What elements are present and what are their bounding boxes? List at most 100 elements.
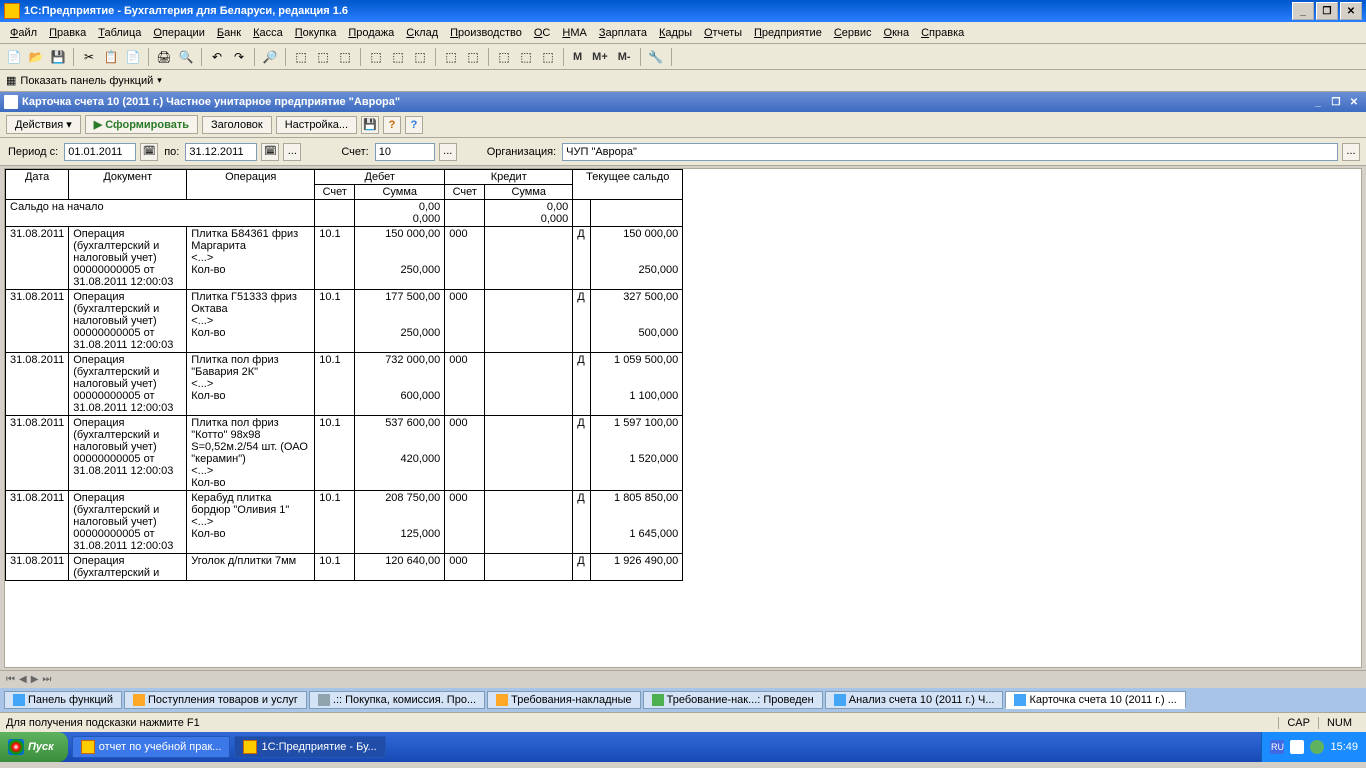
menu-предприятие[interactable]: Предприятие	[748, 25, 828, 41]
period-dots-button[interactable]: ...	[283, 143, 301, 161]
table-row[interactable]: 31.08.2011Операция (бухгалтерский и нало…	[6, 491, 683, 554]
save-icon[interactable]: 💾	[48, 47, 68, 67]
nav-first-icon[interactable]: ⏮	[6, 674, 15, 685]
period-from-input[interactable]	[64, 143, 136, 161]
calendar-to-icon[interactable]: 🗓	[261, 143, 279, 161]
show-func-panel-button[interactable]: Показать панель функций	[20, 75, 153, 87]
mdi-tab[interactable]: Требование-нак...: Проведен	[643, 691, 823, 709]
menu-отчеты[interactable]: Отчеты	[698, 25, 748, 41]
close-button[interactable]: ✕	[1340, 2, 1362, 20]
period-to-input[interactable]	[185, 143, 257, 161]
menu-правка[interactable]: Правка	[43, 25, 92, 41]
mdi-tab[interactable]: Анализ счета 10 (2011 г.) Ч...	[825, 691, 1004, 709]
menu-таблица[interactable]: Таблица	[92, 25, 147, 41]
tool7-icon[interactable]: ⬚	[441, 47, 461, 67]
tray-icon-1[interactable]	[1290, 740, 1304, 754]
tool1-icon[interactable]: ⬚	[291, 47, 311, 67]
menu-справка[interactable]: Справка	[915, 25, 970, 41]
tool10-icon[interactable]: ⬚	[516, 47, 536, 67]
org-input[interactable]	[562, 143, 1338, 161]
tool6-icon[interactable]: ⬚	[410, 47, 430, 67]
menu-касса[interactable]: Касса	[247, 25, 289, 41]
help-icon[interactable]: ?	[383, 116, 401, 134]
m-button[interactable]: M	[569, 49, 586, 65]
tool8-icon[interactable]: ⬚	[463, 47, 483, 67]
redo-icon[interactable]: ↷	[229, 47, 249, 67]
print-icon[interactable]: 🖨	[154, 47, 174, 67]
doc-restore-button[interactable]: ❐	[1328, 95, 1344, 109]
account-dots-button[interactable]: ...	[439, 143, 457, 161]
menu-кадры[interactable]: Кадры	[653, 25, 698, 41]
status-bar: Для получения подсказки нажмите F1 CAP N…	[0, 712, 1366, 732]
paste-icon[interactable]: 📄	[123, 47, 143, 67]
form-button[interactable]: ▶Сформировать	[85, 115, 198, 134]
preview-icon[interactable]: 🔍	[176, 47, 196, 67]
chevron-down-icon[interactable]: ▾	[157, 75, 162, 86]
lang-indicator[interactable]: RU	[1270, 740, 1284, 754]
menu-окна[interactable]: Окна	[878, 25, 916, 41]
menu-продажа[interactable]: Продажа	[342, 25, 400, 41]
menu-нма[interactable]: НМА	[556, 25, 592, 41]
menu-зарплата[interactable]: Зарплата	[593, 25, 653, 41]
header-button[interactable]: Заголовок	[202, 116, 272, 134]
tool5-icon[interactable]: ⬚	[388, 47, 408, 67]
clock[interactable]: 15:49	[1330, 741, 1358, 753]
menu-сервис[interactable]: Сервис	[828, 25, 878, 41]
mdi-tab[interactable]: .:: Покупка, комиссия. Про...	[309, 691, 485, 709]
tool9-icon[interactable]: ⬚	[494, 47, 514, 67]
menu-банк[interactable]: Банк	[211, 25, 247, 41]
table-row[interactable]: 31.08.2011Операция (бухгалтерский и нало…	[6, 353, 683, 416]
settings-button[interactable]: Настройка...	[276, 116, 357, 134]
org-dots-button[interactable]: ...	[1342, 143, 1360, 161]
tool11-icon[interactable]: ⬚	[538, 47, 558, 67]
nav-last-icon[interactable]: ⏭	[42, 674, 51, 685]
minimize-button[interactable]: _	[1292, 2, 1314, 20]
tool4-icon[interactable]: ⬚	[366, 47, 386, 67]
nav-prev-icon[interactable]: ◀	[19, 674, 27, 685]
document-title: Карточка счета 10 (2011 г.) Частное унит…	[22, 96, 400, 108]
menu-покупка[interactable]: Покупка	[289, 25, 343, 41]
table-row[interactable]: 31.08.2011Операция (бухгалтерский иУголо…	[6, 554, 683, 581]
menu-склад[interactable]: Склад	[400, 25, 444, 41]
taskbar-task[interactable]: 1С:Предприятие - Бу...	[234, 736, 385, 758]
actions-dropdown[interactable]: Действия ▾	[6, 115, 81, 134]
nav-next-icon[interactable]: ▶	[31, 674, 39, 685]
help2-icon[interactable]: ?	[405, 116, 423, 134]
cell-csum	[485, 227, 573, 290]
filter-bar: Период с: 🗓 по: 🗓 ... Счет: ... Организа…	[0, 138, 1366, 166]
tool3-icon[interactable]: ⬚	[335, 47, 355, 67]
table-row[interactable]: 31.08.2011Операция (бухгалтерский и нало…	[6, 416, 683, 491]
table-row[interactable]: 31.08.2011Операция (бухгалтерский и нало…	[6, 290, 683, 353]
menu-ос[interactable]: ОС	[528, 25, 557, 41]
start-button[interactable]: Пуск	[0, 732, 68, 762]
calendar-from-icon[interactable]: 🗓	[140, 143, 158, 161]
tool2-icon[interactable]: ⬚	[313, 47, 333, 67]
open-icon[interactable]: 📂	[26, 47, 46, 67]
menu-операции[interactable]: Операции	[147, 25, 210, 41]
menu-производство[interactable]: Производство	[444, 25, 528, 41]
mdi-tab[interactable]: Поступления товаров и услуг	[124, 691, 307, 709]
account-input[interactable]	[375, 143, 435, 161]
table-row[interactable]: 31.08.2011Операция (бухгалтерский и нало…	[6, 227, 683, 290]
m-minus-button[interactable]: M-	[614, 49, 635, 65]
tray-icon-2[interactable]	[1310, 740, 1324, 754]
report-area[interactable]: Дата Документ Операция Дебет Кредит Теку…	[4, 168, 1362, 668]
opening-csum: 0,000,000	[485, 200, 573, 227]
taskbar-task[interactable]: отчет по учебной прак...	[72, 736, 231, 758]
mdi-tab[interactable]: Карточка счета 10 (2011 г.) ...	[1005, 691, 1185, 709]
grid-icon[interactable]: ▦	[6, 74, 16, 87]
doc-minimize-button[interactable]: _	[1310, 95, 1326, 109]
copy-icon[interactable]: 📋	[101, 47, 121, 67]
mdi-tab[interactable]: Требования-накладные	[487, 691, 641, 709]
mdi-tab[interactable]: Панель функций	[4, 691, 122, 709]
undo-icon[interactable]: ↶	[207, 47, 227, 67]
save-report-icon[interactable]: 💾	[361, 116, 379, 134]
new-icon[interactable]: 📄	[4, 47, 24, 67]
wrench-icon[interactable]: 🔧	[646, 47, 666, 67]
doc-close-button[interactable]: ✕	[1346, 95, 1362, 109]
menu-файл[interactable]: Файл	[4, 25, 43, 41]
cut-icon[interactable]: ✂	[79, 47, 99, 67]
maximize-button[interactable]: ❐	[1316, 2, 1338, 20]
m-plus-button[interactable]: M+	[588, 49, 612, 65]
find-icon[interactable]: 🔎	[260, 47, 280, 67]
